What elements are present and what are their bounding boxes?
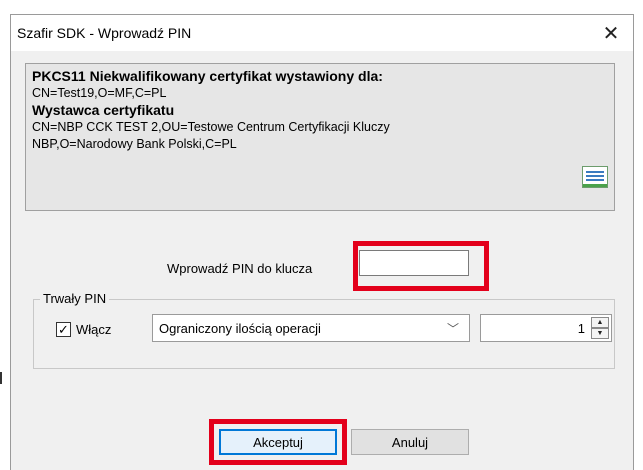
pin-label: Wprowadź PIN do klucza [167,261,313,276]
persistent-pin-legend: Trwały PIN [40,291,110,306]
pin-mode-select[interactable]: Ograniczony ilością operacji ﹀ [152,314,470,342]
operation-count-value: 1 [577,321,585,336]
close-icon[interactable]: ✕ [589,15,633,51]
issuer-line-2: NBP,O=Narodowy Bank Polski,C=PL [32,137,237,151]
issuer-line-1: CN=NBP CCK TEST 2,OU=Testowe Centrum Cer… [32,120,390,134]
left-edge-mark [0,372,2,384]
certificate-heading: PKCS11 Niekwalifikowany certyfikat wysta… [32,68,383,84]
operation-count-stepper[interactable]: 1 ▲ ▼ [480,314,612,342]
issuer-heading: Wystawca certyfikatu [32,102,175,118]
stepper-up-icon[interactable]: ▲ [591,317,609,328]
stepper-buttons: ▲ ▼ [591,317,609,339]
accept-button[interactable]: Akceptuj [219,429,337,455]
persistent-pin-group: Trwały PIN ✓ Włącz Ograniczony ilością o… [33,291,615,369]
stepper-down-icon[interactable]: ▼ [591,328,609,339]
chevron-down-icon: ﹀ [446,322,459,336]
enable-label: Włącz [76,322,112,337]
window-title: Szafir SDK - Wprowadź PIN [17,25,192,41]
certificate-info-panel: PKCS11 Niekwalifikowany certyfikat wysta… [25,63,615,211]
cancel-button[interactable]: Anuluj [351,429,469,455]
pin-mode-value: Ograniczony ilością operacji [159,321,321,336]
certificate-icon[interactable] [582,166,608,188]
pin-input[interactable] [359,250,469,276]
certificate-subject: CN=Test19,O=MF,C=PL [32,86,167,100]
enable-checkbox[interactable]: ✓ [56,322,71,337]
pin-dialog: Szafir SDK - Wprowadź PIN ✕ PKCS11 Niekw… [10,14,634,470]
title-bar: Szafir SDK - Wprowadź PIN ✕ [11,15,633,51]
